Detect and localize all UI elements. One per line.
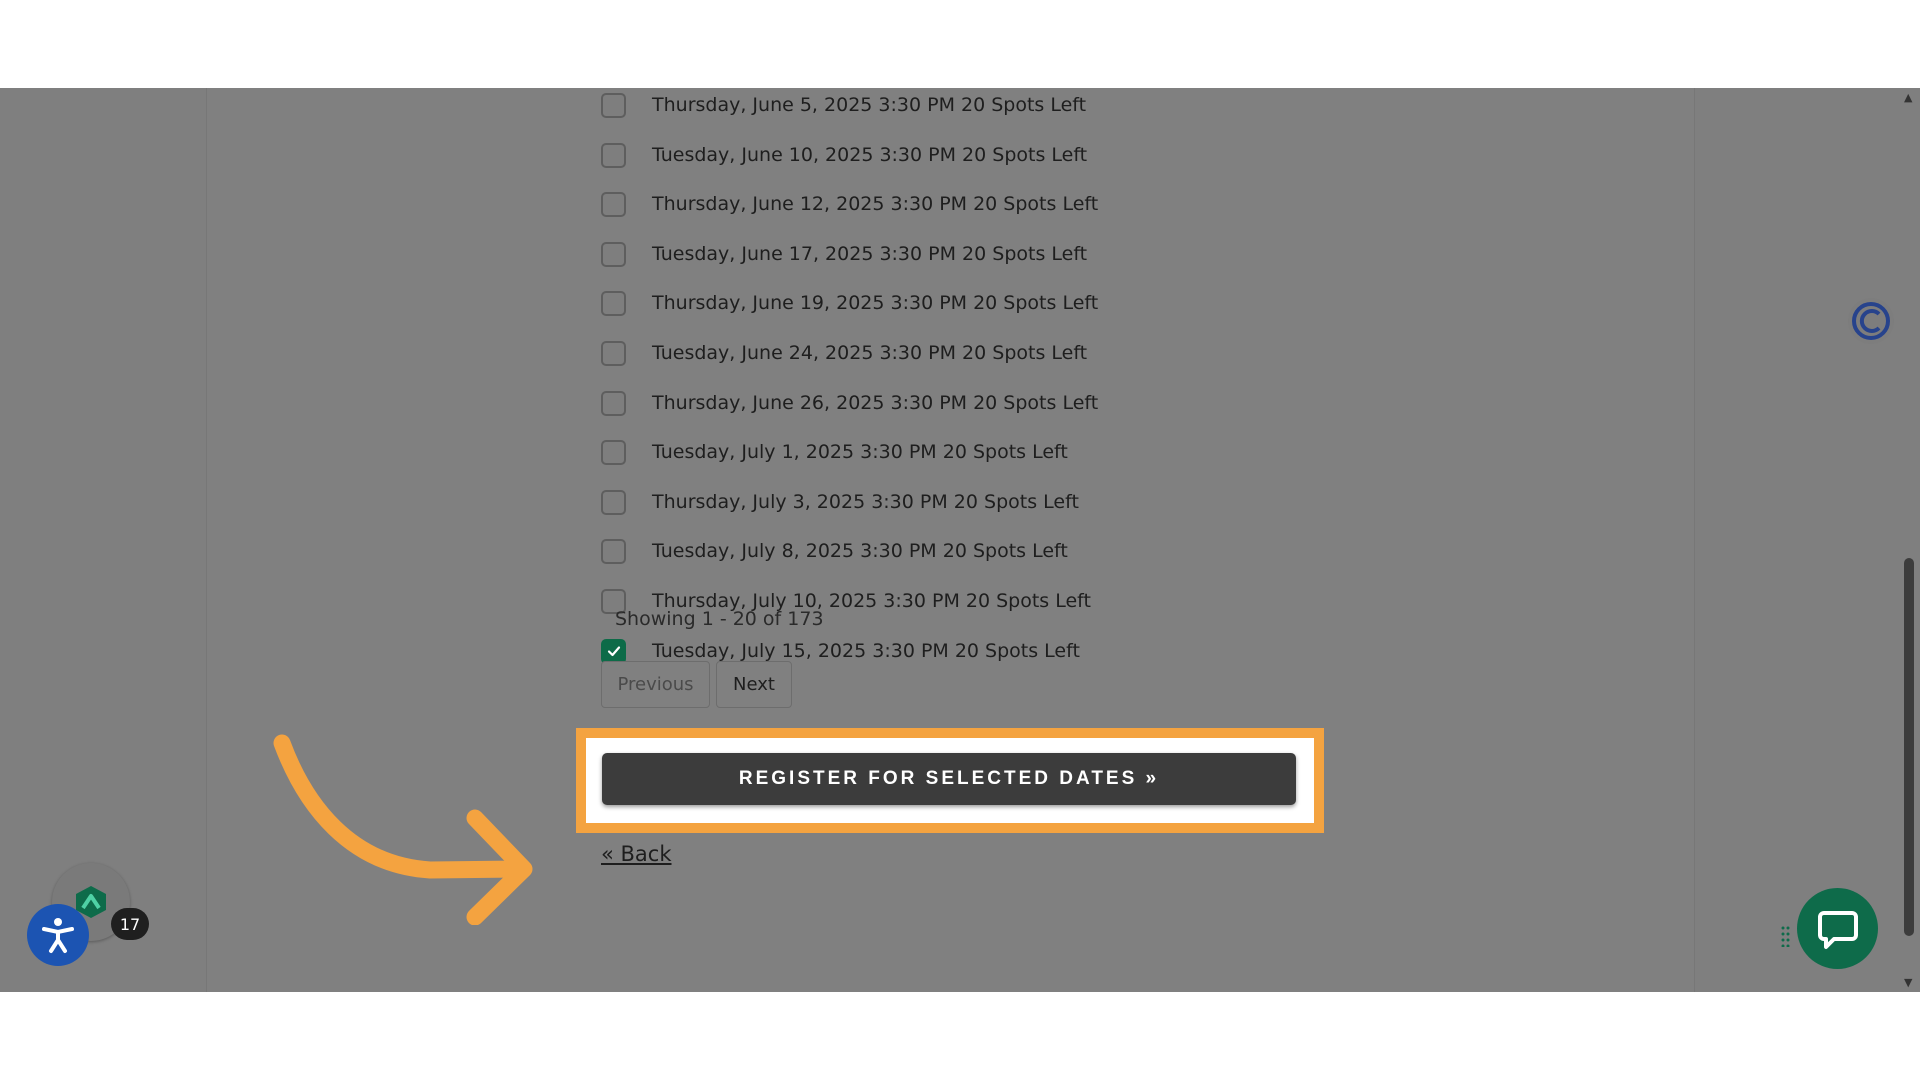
date-checkbox[interactable]: [601, 489, 626, 515]
date-checkbox[interactable]: [601, 538, 626, 564]
date-checkbox[interactable]: [601, 390, 626, 416]
date-option[interactable]: Tuesday, June 10, 2025 3:30 PM 20 Spots …: [601, 140, 1087, 170]
date-checkbox[interactable]: [601, 290, 626, 316]
date-option[interactable]: Tuesday, July 1, 2025 3:30 PM 20 Spots L…: [601, 437, 1068, 467]
date-option[interactable]: Thursday, June 26, 2025 3:30 PM 20 Spots…: [601, 388, 1098, 418]
date-checkbox[interactable]: [601, 191, 626, 217]
date-option-label[interactable]: Tuesday, June 10, 2025 3:30 PM 20 Spots …: [652, 144, 1087, 166]
notification-count-badge: 17: [111, 908, 149, 940]
back-link[interactable]: « Back: [601, 842, 672, 866]
date-checkbox[interactable]: [601, 340, 626, 366]
date-option[interactable]: Thursday, July 3, 2025 3:30 PM 20 Spots …: [601, 487, 1079, 517]
previous-button[interactable]: Previous: [601, 661, 710, 708]
date-option[interactable]: Thursday, June 5, 2025 3:30 PM 20 Spots …: [601, 90, 1086, 120]
scroll-down-icon[interactable]: ▼: [1904, 976, 1912, 989]
date-option[interactable]: Thursday, June 12, 2025 3:30 PM 20 Spots…: [601, 189, 1098, 219]
check-icon: [607, 646, 620, 657]
side-logo-icon[interactable]: [1848, 298, 1894, 344]
date-option-label[interactable]: Tuesday, June 24, 2025 3:30 PM 20 Spots …: [652, 342, 1087, 364]
date-option-label[interactable]: Thursday, July 3, 2025 3:30 PM 20 Spots …: [652, 491, 1079, 513]
date-option-label[interactable]: Thursday, June 12, 2025 3:30 PM 20 Spots…: [652, 193, 1098, 215]
date-option-label[interactable]: Tuesday, June 17, 2025 3:30 PM 20 Spots …: [652, 243, 1087, 265]
scroll-up-icon[interactable]: ▲: [1904, 91, 1912, 104]
date-checkbox[interactable]: [601, 92, 626, 118]
date-option-label[interactable]: Tuesday, July 8, 2025 3:30 PM 20 Spots L…: [652, 540, 1068, 562]
date-option[interactable]: Tuesday, June 17, 2025 3:30 PM 20 Spots …: [601, 239, 1087, 269]
date-option-label[interactable]: Thursday, June 19, 2025 3:30 PM 20 Spots…: [652, 292, 1098, 314]
register-button[interactable]: REGISTER FOR SELECTED DATES »: [602, 753, 1296, 805]
chat-bubble-icon[interactable]: [1797, 888, 1878, 969]
date-option-label[interactable]: Thursday, June 5, 2025 3:30 PM 20 Spots …: [652, 94, 1086, 116]
date-option-label[interactable]: Tuesday, July 15, 2025 3:30 PM 20 Spots …: [652, 640, 1080, 662]
date-checkbox[interactable]: [601, 241, 626, 267]
scroll-thumb[interactable]: [1904, 558, 1914, 936]
date-option[interactable]: Tuesday, June 24, 2025 3:30 PM 20 Spots …: [601, 338, 1087, 368]
pagination-summary: Showing 1 - 20 of 173: [615, 608, 824, 630]
date-option[interactable]: Tuesday, July 8, 2025 3:30 PM 20 Spots L…: [601, 536, 1068, 566]
date-checkbox-checked[interactable]: [601, 638, 626, 664]
date-checkbox[interactable]: [601, 142, 626, 168]
next-button[interactable]: Next: [716, 661, 792, 708]
arrow-annotation: [273, 734, 533, 925]
drag-handle-icon[interactable]: [1781, 925, 1791, 947]
date-option-label[interactable]: Thursday, June 26, 2025 3:30 PM 20 Spots…: [652, 392, 1098, 414]
accessibility-icon[interactable]: [27, 904, 89, 966]
date-option-label[interactable]: Tuesday, July 1, 2025 3:30 PM 20 Spots L…: [652, 441, 1068, 463]
date-option[interactable]: Thursday, June 19, 2025 3:30 PM 20 Spots…: [601, 288, 1098, 318]
date-checkbox[interactable]: [601, 439, 626, 465]
scrollbar[interactable]: ▲ ▼: [1898, 88, 1920, 992]
